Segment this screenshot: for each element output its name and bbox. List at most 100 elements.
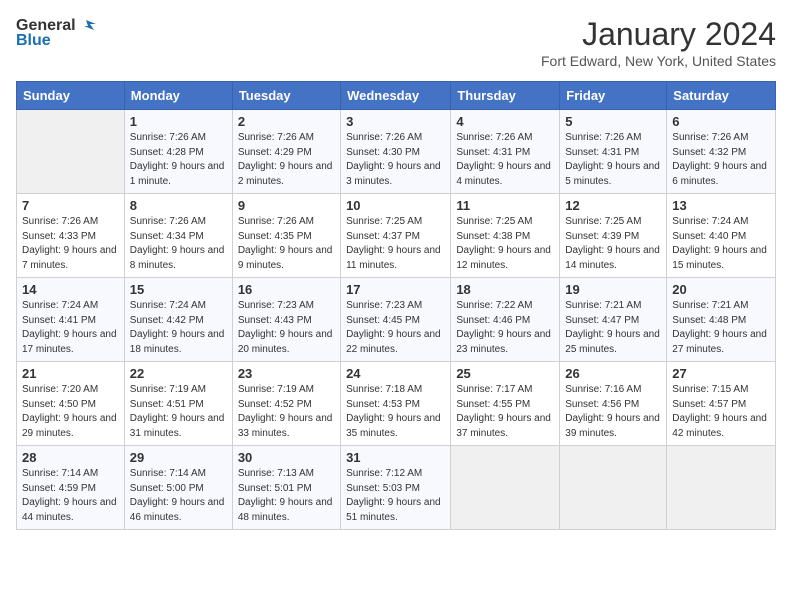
day-number: 27 [672, 366, 770, 381]
calendar-cell: 8 Sunrise: 7:26 AMSunset: 4:34 PMDayligh… [124, 194, 232, 278]
calendar-cell [17, 110, 125, 194]
day-info: Sunrise: 7:26 AMSunset: 4:31 PMDaylight:… [456, 131, 554, 189]
day-info: Sunrise: 7:24 AMSunset: 4:42 PMDaylight:… [130, 299, 227, 357]
day-number: 8 [130, 198, 227, 213]
calendar-week-row: 1 Sunrise: 7:26 AMSunset: 4:28 PMDayligh… [17, 110, 776, 194]
day-info: Sunrise: 7:21 AMSunset: 4:48 PMDaylight:… [672, 299, 770, 357]
day-number: 30 [238, 450, 335, 465]
day-info: Sunrise: 7:26 AMSunset: 4:34 PMDaylight:… [130, 215, 227, 273]
logo: General Blue [16, 16, 98, 50]
day-info: Sunrise: 7:26 AMSunset: 4:32 PMDaylight:… [672, 131, 770, 189]
day-info: Sunrise: 7:26 AMSunset: 4:33 PMDaylight:… [22, 215, 119, 273]
day-info: Sunrise: 7:21 AMSunset: 4:47 PMDaylight:… [565, 299, 661, 357]
col-header-monday: Monday [124, 82, 232, 110]
page-header: General Blue January 2024 Fort Edward, N… [16, 16, 776, 69]
col-header-wednesday: Wednesday [341, 82, 451, 110]
calendar-cell: 12 Sunrise: 7:25 AMSunset: 4:39 PMDaylig… [560, 194, 667, 278]
month-year-title: January 2024 [541, 16, 776, 53]
calendar-cell [560, 446, 667, 530]
calendar-cell: 14 Sunrise: 7:24 AMSunset: 4:41 PMDaylig… [17, 278, 125, 362]
calendar-cell: 15 Sunrise: 7:24 AMSunset: 4:42 PMDaylig… [124, 278, 232, 362]
day-number: 12 [565, 198, 661, 213]
calendar-week-row: 7 Sunrise: 7:26 AMSunset: 4:33 PMDayligh… [17, 194, 776, 278]
day-info: Sunrise: 7:19 AMSunset: 4:51 PMDaylight:… [130, 383, 227, 441]
calendar-cell: 18 Sunrise: 7:22 AMSunset: 4:46 PMDaylig… [451, 278, 560, 362]
calendar-cell: 28 Sunrise: 7:14 AMSunset: 4:59 PMDaylig… [17, 446, 125, 530]
day-number: 9 [238, 198, 335, 213]
calendar-cell: 30 Sunrise: 7:13 AMSunset: 5:01 PMDaylig… [232, 446, 340, 530]
calendar-table: SundayMondayTuesdayWednesdayThursdayFrid… [16, 81, 776, 530]
col-header-thursday: Thursday [451, 82, 560, 110]
calendar-week-row: 28 Sunrise: 7:14 AMSunset: 4:59 PMDaylig… [17, 446, 776, 530]
calendar-cell: 4 Sunrise: 7:26 AMSunset: 4:31 PMDayligh… [451, 110, 560, 194]
day-info: Sunrise: 7:25 AMSunset: 4:37 PMDaylight:… [346, 215, 445, 273]
day-number: 17 [346, 282, 445, 297]
day-info: Sunrise: 7:15 AMSunset: 4:57 PMDaylight:… [672, 383, 770, 441]
day-number: 24 [346, 366, 445, 381]
calendar-cell: 9 Sunrise: 7:26 AMSunset: 4:35 PMDayligh… [232, 194, 340, 278]
calendar-cell: 20 Sunrise: 7:21 AMSunset: 4:48 PMDaylig… [667, 278, 776, 362]
calendar-cell: 11 Sunrise: 7:25 AMSunset: 4:38 PMDaylig… [451, 194, 560, 278]
day-number: 14 [22, 282, 119, 297]
calendar-cell: 23 Sunrise: 7:19 AMSunset: 4:52 PMDaylig… [232, 362, 340, 446]
calendar-cell: 25 Sunrise: 7:17 AMSunset: 4:55 PMDaylig… [451, 362, 560, 446]
logo-bird-icon [78, 16, 98, 36]
day-info: Sunrise: 7:13 AMSunset: 5:01 PMDaylight:… [238, 467, 335, 525]
col-header-sunday: Sunday [17, 82, 125, 110]
location-subtitle: Fort Edward, New York, United States [541, 53, 776, 69]
day-number: 23 [238, 366, 335, 381]
day-number: 26 [565, 366, 661, 381]
calendar-cell: 21 Sunrise: 7:20 AMSunset: 4:50 PMDaylig… [17, 362, 125, 446]
day-number: 16 [238, 282, 335, 297]
day-info: Sunrise: 7:26 AMSunset: 4:28 PMDaylight:… [130, 131, 227, 189]
day-number: 29 [130, 450, 227, 465]
day-number: 2 [238, 114, 335, 129]
calendar-cell [667, 446, 776, 530]
day-info: Sunrise: 7:23 AMSunset: 4:43 PMDaylight:… [238, 299, 335, 357]
calendar-cell: 10 Sunrise: 7:25 AMSunset: 4:37 PMDaylig… [341, 194, 451, 278]
calendar-cell: 19 Sunrise: 7:21 AMSunset: 4:47 PMDaylig… [560, 278, 667, 362]
day-info: Sunrise: 7:19 AMSunset: 4:52 PMDaylight:… [238, 383, 335, 441]
day-number: 22 [130, 366, 227, 381]
calendar-cell: 2 Sunrise: 7:26 AMSunset: 4:29 PMDayligh… [232, 110, 340, 194]
day-info: Sunrise: 7:26 AMSunset: 4:31 PMDaylight:… [565, 131, 661, 189]
title-block: January 2024 Fort Edward, New York, Unit… [541, 16, 776, 69]
day-number: 6 [672, 114, 770, 129]
day-number: 15 [130, 282, 227, 297]
calendar-week-row: 14 Sunrise: 7:24 AMSunset: 4:41 PMDaylig… [17, 278, 776, 362]
col-header-saturday: Saturday [667, 82, 776, 110]
day-number: 25 [456, 366, 554, 381]
day-number: 7 [22, 198, 119, 213]
calendar-week-row: 21 Sunrise: 7:20 AMSunset: 4:50 PMDaylig… [17, 362, 776, 446]
day-number: 1 [130, 114, 227, 129]
day-number: 20 [672, 282, 770, 297]
day-info: Sunrise: 7:20 AMSunset: 4:50 PMDaylight:… [22, 383, 119, 441]
calendar-cell: 26 Sunrise: 7:16 AMSunset: 4:56 PMDaylig… [560, 362, 667, 446]
calendar-cell: 17 Sunrise: 7:23 AMSunset: 4:45 PMDaylig… [341, 278, 451, 362]
calendar-cell: 31 Sunrise: 7:12 AMSunset: 5:03 PMDaylig… [341, 446, 451, 530]
day-info: Sunrise: 7:14 AMSunset: 4:59 PMDaylight:… [22, 467, 119, 525]
day-info: Sunrise: 7:24 AMSunset: 4:40 PMDaylight:… [672, 215, 770, 273]
col-header-friday: Friday [560, 82, 667, 110]
calendar-cell: 6 Sunrise: 7:26 AMSunset: 4:32 PMDayligh… [667, 110, 776, 194]
day-number: 4 [456, 114, 554, 129]
calendar-cell: 3 Sunrise: 7:26 AMSunset: 4:30 PMDayligh… [341, 110, 451, 194]
day-info: Sunrise: 7:12 AMSunset: 5:03 PMDaylight:… [346, 467, 445, 525]
calendar-cell: 27 Sunrise: 7:15 AMSunset: 4:57 PMDaylig… [667, 362, 776, 446]
day-info: Sunrise: 7:22 AMSunset: 4:46 PMDaylight:… [456, 299, 554, 357]
day-info: Sunrise: 7:24 AMSunset: 4:41 PMDaylight:… [22, 299, 119, 357]
day-number: 19 [565, 282, 661, 297]
day-info: Sunrise: 7:25 AMSunset: 4:39 PMDaylight:… [565, 215, 661, 273]
day-info: Sunrise: 7:26 AMSunset: 4:29 PMDaylight:… [238, 131, 335, 189]
day-info: Sunrise: 7:23 AMSunset: 4:45 PMDaylight:… [346, 299, 445, 357]
day-info: Sunrise: 7:18 AMSunset: 4:53 PMDaylight:… [346, 383, 445, 441]
calendar-cell: 24 Sunrise: 7:18 AMSunset: 4:53 PMDaylig… [341, 362, 451, 446]
day-number: 13 [672, 198, 770, 213]
day-number: 10 [346, 198, 445, 213]
day-info: Sunrise: 7:26 AMSunset: 4:35 PMDaylight:… [238, 215, 335, 273]
day-number: 18 [456, 282, 554, 297]
day-info: Sunrise: 7:25 AMSunset: 4:38 PMDaylight:… [456, 215, 554, 273]
calendar-cell: 5 Sunrise: 7:26 AMSunset: 4:31 PMDayligh… [560, 110, 667, 194]
calendar-header-row: SundayMondayTuesdayWednesdayThursdayFrid… [17, 82, 776, 110]
calendar-cell: 1 Sunrise: 7:26 AMSunset: 4:28 PMDayligh… [124, 110, 232, 194]
